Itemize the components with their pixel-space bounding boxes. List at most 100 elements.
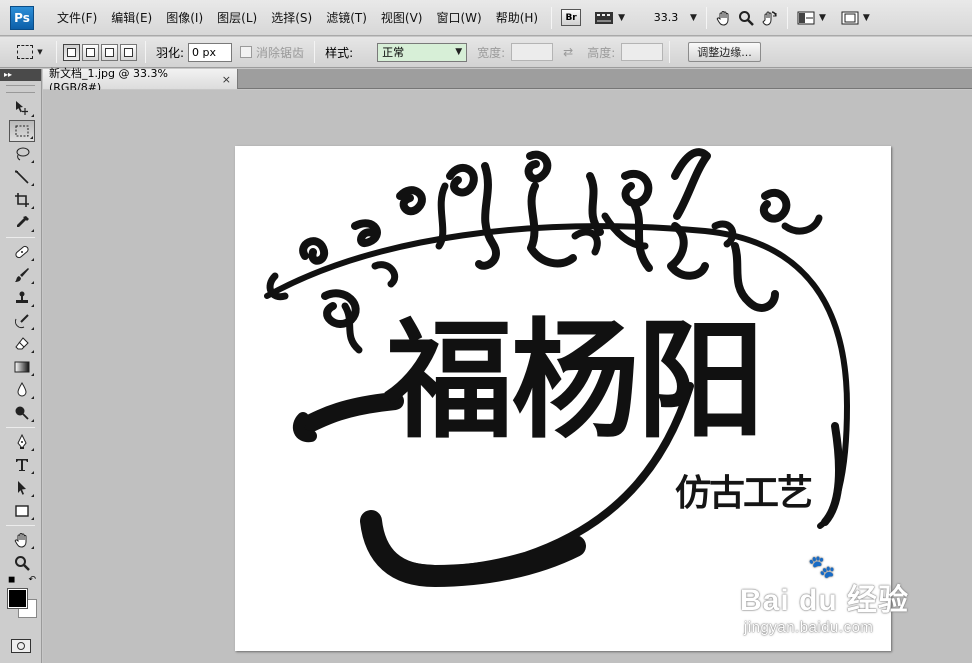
dodge-icon (15, 406, 29, 420)
gradient-tool[interactable] (9, 356, 35, 378)
quick-mask-button[interactable] (11, 639, 31, 653)
hand-tool-button[interactable] (716, 7, 732, 29)
height-input[interactable] (621, 43, 664, 61)
move-tool[interactable] (9, 97, 35, 119)
mini-bridge-button[interactable]: ▼ (594, 7, 625, 29)
menu-bar: Ps 文件(F) 编辑(E) 图像(I) 图层(L) 选择(S) 滤镜(T) 视… (0, 0, 972, 36)
type-icon (16, 459, 28, 471)
menu-separator (705, 6, 707, 29)
options-separator (56, 41, 57, 63)
eyedropper-tool[interactable] (9, 212, 35, 234)
lasso-tool[interactable] (9, 143, 35, 165)
dodge-tool[interactable] (9, 402, 35, 424)
menu-help[interactable]: 帮助(H) (489, 7, 545, 29)
close-icon[interactable]: × (222, 73, 231, 86)
blur-tool[interactable] (9, 379, 35, 401)
height-label: 高度: (587, 45, 616, 60)
pen-tool[interactable] (9, 431, 35, 453)
options-bar: ▼ 羽化: 消除锯齿 样式: 正常 ▼ 宽度: ⇄ 高度: 调整边缘... (0, 37, 972, 68)
menu-view[interactable]: 视图(V) (374, 7, 430, 29)
hand-icon (14, 533, 27, 548)
baidu-jingyan-watermark: 🐾 Bai du 经验 jingyan.baidu.com (700, 555, 940, 645)
lasso-icon (16, 147, 30, 161)
bridge-button[interactable]: Br (561, 7, 582, 29)
rectangle-shape-icon (15, 505, 29, 517)
menu-window[interactable]: 窗口(W) (429, 7, 488, 29)
history-brush-icon (14, 314, 29, 329)
quick-selection-tool[interactable] (9, 166, 35, 188)
antialias-checkbox[interactable] (240, 46, 253, 58)
crop-icon (15, 193, 29, 207)
screen-mode-button[interactable]: ▼ (841, 7, 870, 29)
path-select-arrow-icon (18, 481, 26, 495)
document-tab-bar: 新文档_1.jpg @ 33.3%(RGB/8#) × (43, 67, 972, 94)
subtract-selection-icon (105, 47, 114, 57)
chevron-down-icon: ▼ (618, 12, 626, 23)
menu-file[interactable]: 文件(F) (50, 7, 104, 29)
chevron-down-icon: ▼ (455, 47, 463, 57)
chevron-down-icon: ▼ (818, 12, 826, 23)
toolbox-separator (6, 525, 35, 526)
zoom-value: 33.3 (653, 11, 679, 24)
healing-brush-tool[interactable] (9, 241, 35, 263)
zoom-tool[interactable] (9, 552, 35, 574)
new-selection-button[interactable] (63, 43, 80, 61)
zoom-tool-button[interactable] (738, 7, 754, 29)
document-tab[interactable]: 新文档_1.jpg @ 33.3%(RGB/8#) × (43, 67, 238, 94)
zoom-level-dropdown[interactable]: 33.3 ▼ (646, 7, 697, 29)
film-strip-icon (595, 11, 614, 24)
intersect-selection-icon (124, 47, 133, 57)
toolbox-separator (6, 427, 35, 428)
magnifier-icon (15, 556, 30, 571)
watermark-brand: Bai du 经验 (740, 584, 910, 617)
style-label: 样式: (325, 45, 354, 60)
swap-colors-icon[interactable]: ↶ (28, 575, 36, 585)
rectangular-marquee-tool[interactable] (9, 120, 35, 142)
menu-separator (786, 6, 788, 29)
menu-filter[interactable]: 滤镜(T) (319, 7, 374, 29)
foreground-color-swatch[interactable] (7, 588, 28, 609)
menu-edit[interactable]: 编辑(E) (104, 7, 159, 29)
type-tool[interactable] (9, 454, 35, 476)
tool-preset-picker[interactable]: ▼ (10, 41, 50, 63)
arrange-documents-button[interactable]: ▼ (797, 7, 826, 29)
calligraphy-sub-text: 仿古工艺 (675, 472, 813, 514)
color-swatches (7, 588, 41, 629)
options-separator (314, 41, 316, 63)
rectangle-tool[interactable] (9, 500, 35, 522)
menu-image[interactable]: 图像(I) (159, 7, 210, 29)
default-colors-icon[interactable]: ◼ (8, 575, 15, 585)
color-mini-controls: ◼ ↶ (8, 575, 36, 585)
subtract-from-selection-button[interactable] (101, 43, 118, 61)
bandage-icon (15, 245, 29, 259)
menu-layer[interactable]: 图层(L) (210, 7, 264, 29)
rectangular-marquee-icon (15, 125, 29, 137)
history-brush-tool[interactable] (9, 310, 35, 332)
brush-tool[interactable] (9, 264, 35, 286)
feather-input[interactable] (188, 42, 233, 62)
path-selection-tool[interactable] (9, 477, 35, 499)
eraser-tool[interactable] (9, 333, 35, 355)
rotate-view-button[interactable] (760, 7, 778, 29)
crop-tool[interactable] (9, 189, 35, 211)
hand-tool[interactable] (9, 529, 35, 551)
chevron-down-icon: ▼ (690, 12, 697, 23)
add-to-selection-button[interactable] (82, 43, 99, 61)
toolbox-separator (6, 237, 35, 238)
gradient-icon (14, 361, 30, 373)
style-value: 正常 (382, 46, 405, 59)
magic-wand-icon (15, 170, 29, 184)
hand-icon (716, 10, 729, 26)
swap-dimensions-icon[interactable]: ⇄ (563, 45, 573, 59)
menu-select[interactable]: 选择(S) (264, 7, 319, 29)
toolbox-collapse-icon[interactable]: ▸▸ (0, 69, 41, 81)
clone-stamp-tool[interactable] (9, 287, 35, 309)
toolbox-grip[interactable] (6, 85, 35, 93)
width-input[interactable] (511, 43, 554, 61)
refine-edge-button[interactable]: 调整边缘... (688, 42, 761, 62)
style-select[interactable]: 正常 ▼ (377, 42, 468, 62)
intersect-selection-button[interactable] (120, 43, 137, 61)
rectangular-marquee-icon (17, 45, 34, 59)
pen-icon (17, 434, 27, 449)
feather-label: 羽化: (156, 45, 185, 60)
